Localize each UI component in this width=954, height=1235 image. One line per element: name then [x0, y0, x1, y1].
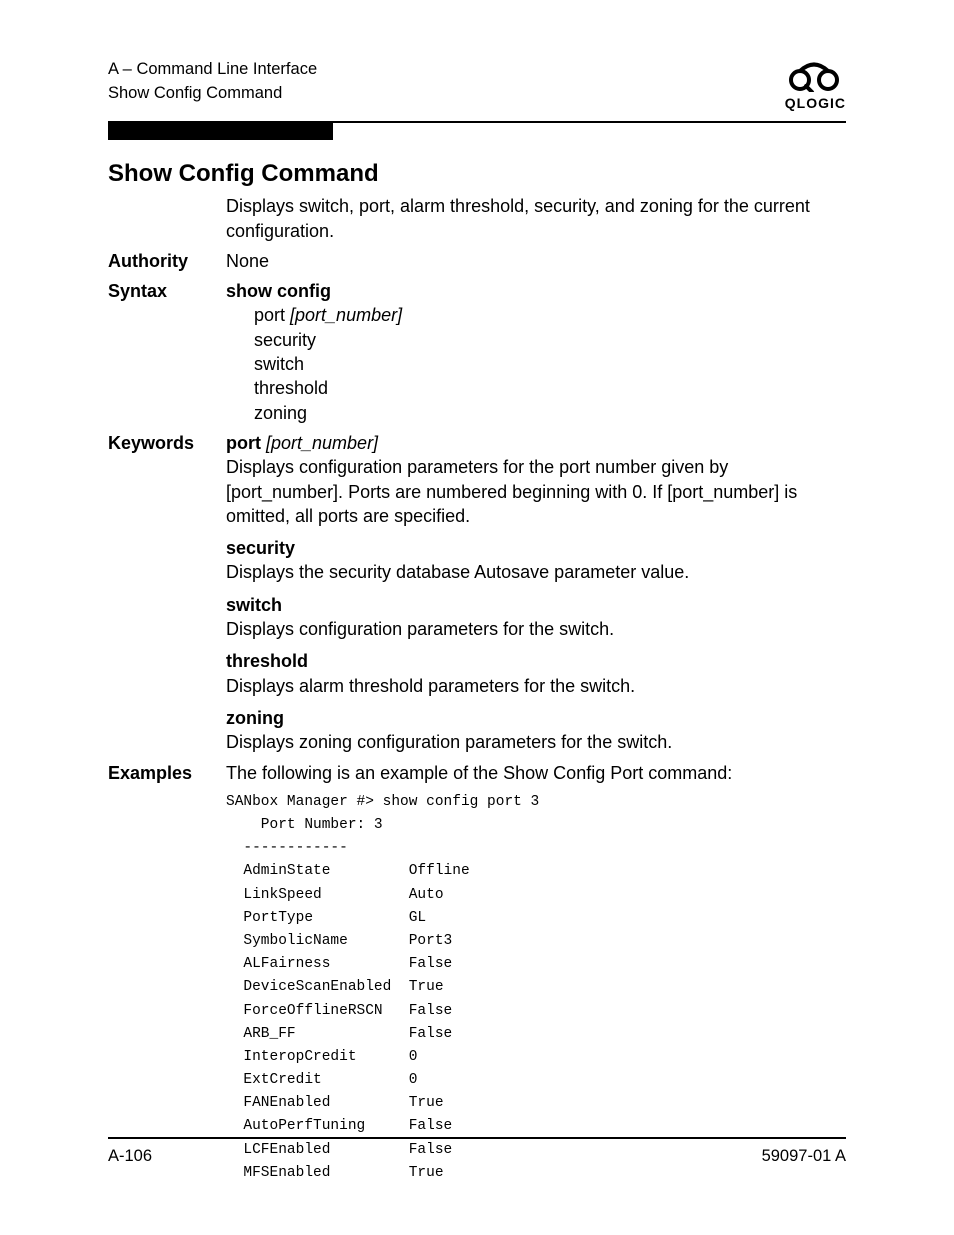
page-title: Show Config Command [108, 158, 846, 190]
keyword-desc: Displays the security database Autosave … [226, 560, 846, 584]
authority-value: None [226, 249, 846, 273]
header-tab-bar [108, 122, 333, 140]
keyword-item: switch Displays configuration parameters… [226, 593, 846, 642]
syntax-lines: port [port_number] security switch thres… [226, 303, 846, 424]
header-line-2: Show Config Command [108, 82, 317, 106]
intro-text: Displays switch, port, alarm threshold, … [226, 194, 846, 243]
qlogic-icon [785, 60, 846, 92]
keywords-block: port [port_number] Displays configuratio… [226, 431, 846, 755]
syntax-line: security [254, 328, 846, 352]
header-text-block: A – Command Line Interface Show Config C… [108, 58, 317, 106]
examples-label: Examples [108, 761, 220, 1185]
keyword-desc: Displays configuration parameters for th… [226, 617, 846, 641]
syntax-line: switch [254, 352, 846, 376]
syntax-line: port [port_number] [254, 303, 846, 327]
authority-label: Authority [108, 249, 220, 273]
syntax-label: Syntax [108, 279, 220, 425]
page-footer: A-106 59097-01 A [108, 1137, 846, 1167]
syntax-command: show config [226, 279, 846, 303]
examples-code: SANbox Manager #> show config port 3 Por… [226, 791, 846, 1185]
brand-logo: QLOGIC [785, 58, 846, 113]
footer-left: A-106 [108, 1145, 152, 1167]
keyword-item: threshold Displays alarm threshold param… [226, 649, 846, 698]
footer-right: 59097-01 A [762, 1145, 846, 1167]
footer-rule [108, 1137, 846, 1139]
keyword-item: port [port_number] Displays configuratio… [226, 431, 846, 528]
syntax-block: show config port [port_number] security … [226, 279, 846, 425]
syntax-line: zoning [254, 401, 846, 425]
keyword-desc: Displays zoning configuration parameters… [226, 730, 846, 754]
header-line-1: A – Command Line Interface [108, 58, 317, 82]
brand-label: QLOGIC [785, 94, 846, 113]
keyword-desc: Displays configuration parameters for th… [226, 455, 846, 528]
keyword-item: zoning Displays zoning configuration par… [226, 706, 846, 755]
examples-block: The following is an example of the Show … [226, 761, 846, 1185]
page-header: A – Command Line Interface Show Config C… [108, 58, 846, 113]
keyword-desc: Displays alarm threshold parameters for … [226, 674, 846, 698]
keyword-item: security Displays the security database … [226, 536, 846, 585]
keywords-label: Keywords [108, 431, 220, 755]
syntax-line: threshold [254, 376, 846, 400]
examples-lead: The following is an example of the Show … [226, 761, 846, 785]
